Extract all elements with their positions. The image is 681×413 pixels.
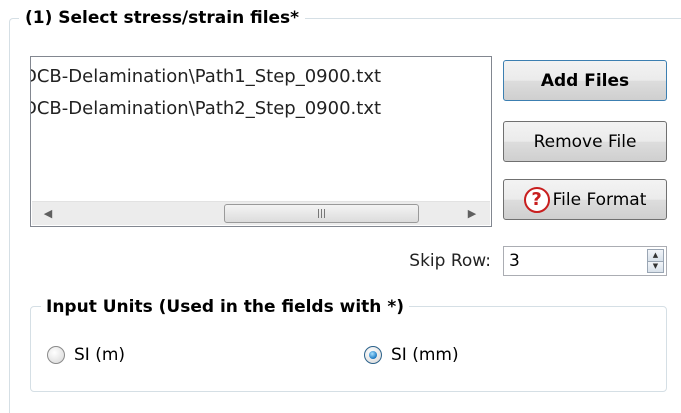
file-list-item[interactable]: DCB-Delamination\Path2_Step_0900.txt <box>31 97 381 121</box>
si-m-label: SI (m) <box>74 345 126 365</box>
question-icon: ? <box>523 186 550 213</box>
grip-icon <box>318 209 325 218</box>
radio-checked-icon[interactable] <box>364 346 382 364</box>
add-files-button[interactable]: Add Files <box>503 60 667 101</box>
skip-row-value[interactable]: 3 <box>509 247 520 275</box>
scrollbar-thumb[interactable] <box>224 204 419 223</box>
skip-row-label: Skip Row: <box>409 251 491 271</box>
skip-row-stepper[interactable]: 3 ▲ ▼ <box>503 246 667 276</box>
horizontal-scrollbar[interactable]: ◀ ▶ <box>32 201 490 225</box>
file-list[interactable]: DCB-Delamination\Path1_Step_0900.txt DCB… <box>30 56 492 227</box>
file-format-label: File Format <box>552 189 647 210</box>
add-files-label: Add Files <box>540 70 630 91</box>
file-list-item[interactable]: DCB-Delamination\Path1_Step_0900.txt <box>31 65 381 89</box>
arrow-left-icon[interactable]: ◀ <box>36 202 60 225</box>
si-m-radio[interactable]: SI (m) <box>47 345 125 365</box>
arrow-up-icon[interactable]: ▲ <box>647 249 664 262</box>
arrow-right-icon[interactable]: ▶ <box>460 202 484 225</box>
file-format-button[interactable]: ? File Format <box>503 179 667 220</box>
section-title: (1) Select stress/strain files* <box>19 5 306 31</box>
radio-unchecked-icon[interactable] <box>47 346 65 364</box>
si-mm-label: SI (mm) <box>391 345 459 365</box>
remove-file-button[interactable]: Remove File <box>503 121 667 162</box>
remove-file-label: Remove File <box>533 131 637 152</box>
arrow-down-icon[interactable]: ▼ <box>647 261 664 273</box>
input-units-title: Input Units (Used in the fields with *) <box>41 294 409 320</box>
si-mm-radio[interactable]: SI (mm) <box>364 345 459 365</box>
